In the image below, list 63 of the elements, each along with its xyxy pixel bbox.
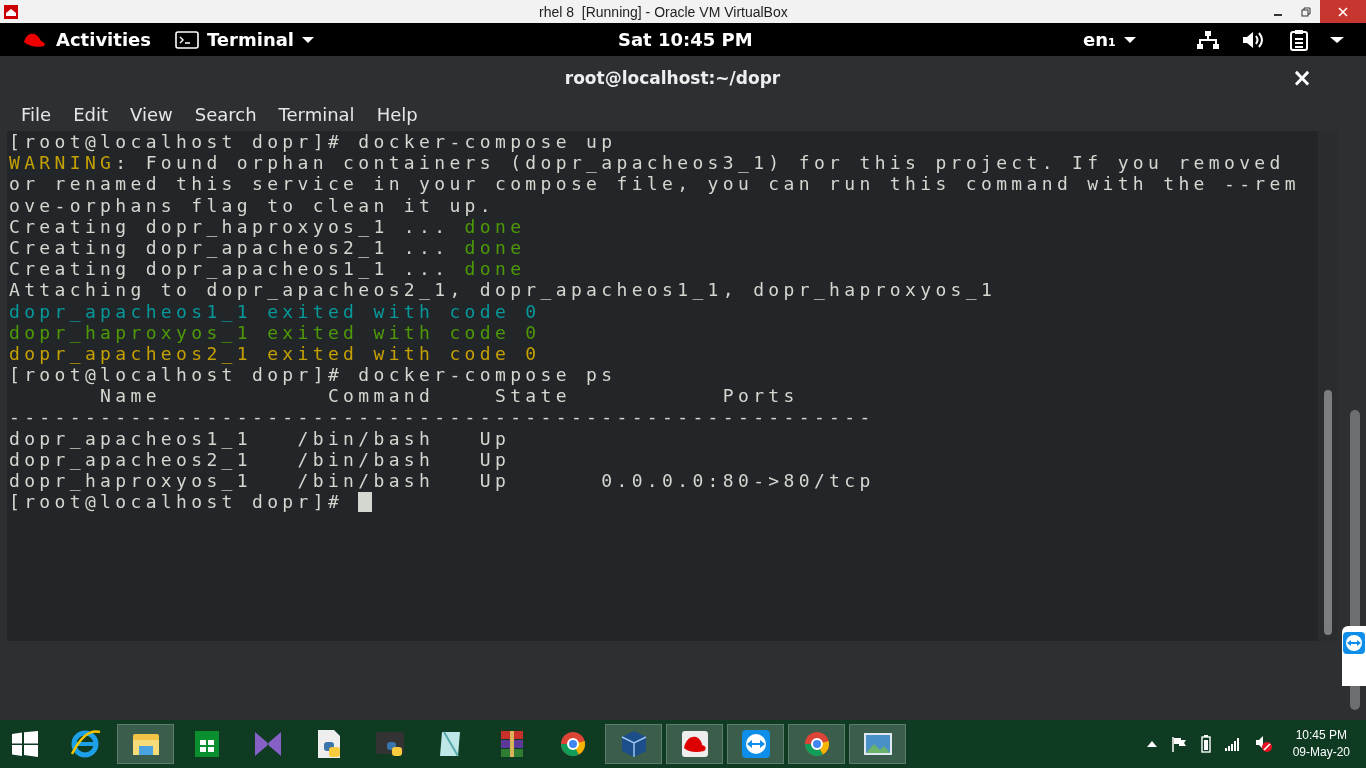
terminal-text: [root@localhost dopr]# docker-compose up [9,131,617,153]
terminal-text: : Found orphan containers (dopr_apacheos3_1) for this project. If you removed [115,152,1285,174]
clock-time: 10:45 PM [1295,727,1347,744]
terminal-text: done [464,215,526,237]
taskbar-clock[interactable]: 10:45 PM 09-May-20 [1292,727,1350,761]
caret-icon [302,35,314,44]
app-icon [3,3,19,20]
scrollbar-thumb[interactable] [1324,390,1332,635]
terminal-text: dopr_apacheos2_1 /bin/bash Up [9,448,511,470]
menu-item[interactable]: Terminal [270,104,369,125]
close-button[interactable] [1320,0,1366,23]
taskbar-app-button[interactable] [788,724,845,764]
side-panel-tab[interactable] [1342,626,1366,686]
clock[interactable]: Sat 10:45 PM [610,29,761,50]
menu-item[interactable]: Edit [65,104,122,125]
clipboard-icon[interactable] [1290,28,1308,51]
menu-item[interactable]: Help [368,104,432,125]
terminal-text: [root@localhost dopr]# [9,491,345,513]
terminal-text: Creating dopr_apacheos2_1 ... [9,236,451,259]
menu-item[interactable]: View [122,104,187,125]
app-menu[interactable]: Terminal [167,29,322,50]
close-icon [1337,5,1349,18]
terminal-text: done [464,258,526,280]
close-button[interactable]: × [1285,64,1318,92]
window-title: root@localhost:~/dopr [564,68,781,88]
clock-date: 09-May-20 [1292,744,1350,761]
terminal-text: or renamed this service in your compose file, you can run this command with the --rem [9,173,1300,195]
terminal-text: WARNING [9,152,116,174]
terminal-text: dopr_apacheos2_1 exited with code 0 [9,342,541,365]
terminal-text: Creating dopr_apacheos1_1 ... [9,258,451,280]
terminal-text: dopr_haproxyos_1 exited with code 0 [9,321,541,343]
terminal-text: dopr_apacheos1_1 exited with code 0 [9,300,541,322]
menu-item[interactable]: File [13,104,66,125]
restore-icon [1301,6,1311,17]
flag-icon[interactable] [1170,736,1187,752]
network-icon[interactable] [1196,29,1220,50]
input-source-menu[interactable]: en₁ [1075,29,1144,50]
caret-icon[interactable] [1330,35,1344,44]
muted-speaker-icon[interactable] [1254,735,1273,753]
minimize-icon [1274,13,1282,16]
window-title: rhel 8 [Running] - Oracle VM VirtualBox [539,3,788,20]
terminal-text: done [464,236,526,259]
terminal-text: Attaching to dopr_apacheos2_1, dopr_apacheos1_1, dopr_haproxyos_1 [9,279,997,301]
terminal-text: [root@localhost dopr]# docker-compose ps [9,364,617,386]
taskbar-app-button[interactable] [727,724,784,764]
activities-button[interactable]: Activities [12,29,159,50]
terminal-icon [175,30,199,49]
taskbar-app-button[interactable] [849,724,906,764]
menu-item[interactable]: Search [186,104,271,125]
taskbar-app-button[interactable] [117,724,174,764]
signal-icon[interactable] [1224,737,1241,751]
terminal-text: ove-orphans flag to clean it up. [9,194,495,216]
show-hidden-icons-icon[interactable] [1146,741,1157,747]
windows-start-icon[interactable] [12,731,38,757]
battery-icon[interactable] [1200,735,1211,753]
taskbar-app-button[interactable] [666,724,723,764]
caret-icon [1124,35,1136,44]
terminal-text: --------------------------------------------------------- [9,406,875,428]
terminal-text: dopr_apacheos1_1 /bin/bash Up [9,427,511,449]
terminal-text: Creating dopr_haproxyos_1 ... [9,215,451,237]
arrows-icon [1343,632,1365,654]
terminal-text: dopr_haproxyos_1 /bin/bash Up 0.0.0.0:80->80/tcp [9,470,875,492]
terminal-text: Name Command State Ports [99,385,799,407]
